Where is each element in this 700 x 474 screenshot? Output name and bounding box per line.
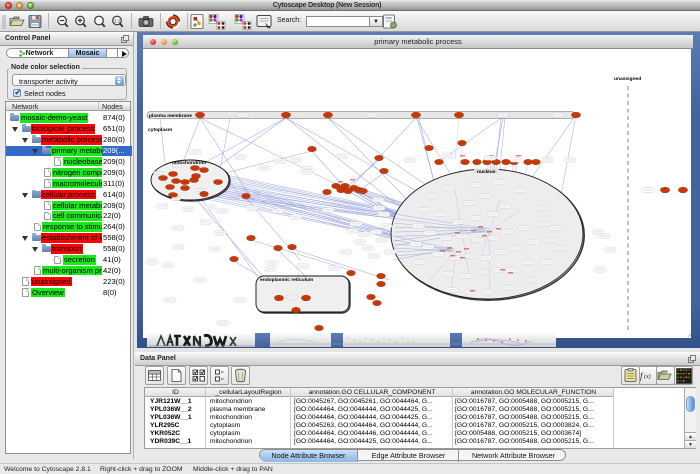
svg-text:plasma membrane: plasma membrane bbox=[149, 113, 192, 119]
svg-text:endoplasmic reticulum: endoplasmic reticulum bbox=[260, 277, 314, 283]
svg-text:(x): (x) bbox=[644, 373, 651, 380]
svg-text:unassigned: unassigned bbox=[614, 76, 641, 82]
svg-text:1:1: 1:1 bbox=[114, 19, 121, 24]
svg-text:nucleus: nucleus bbox=[477, 169, 496, 175]
svg-text:cytoplasm: cytoplasm bbox=[148, 127, 173, 133]
